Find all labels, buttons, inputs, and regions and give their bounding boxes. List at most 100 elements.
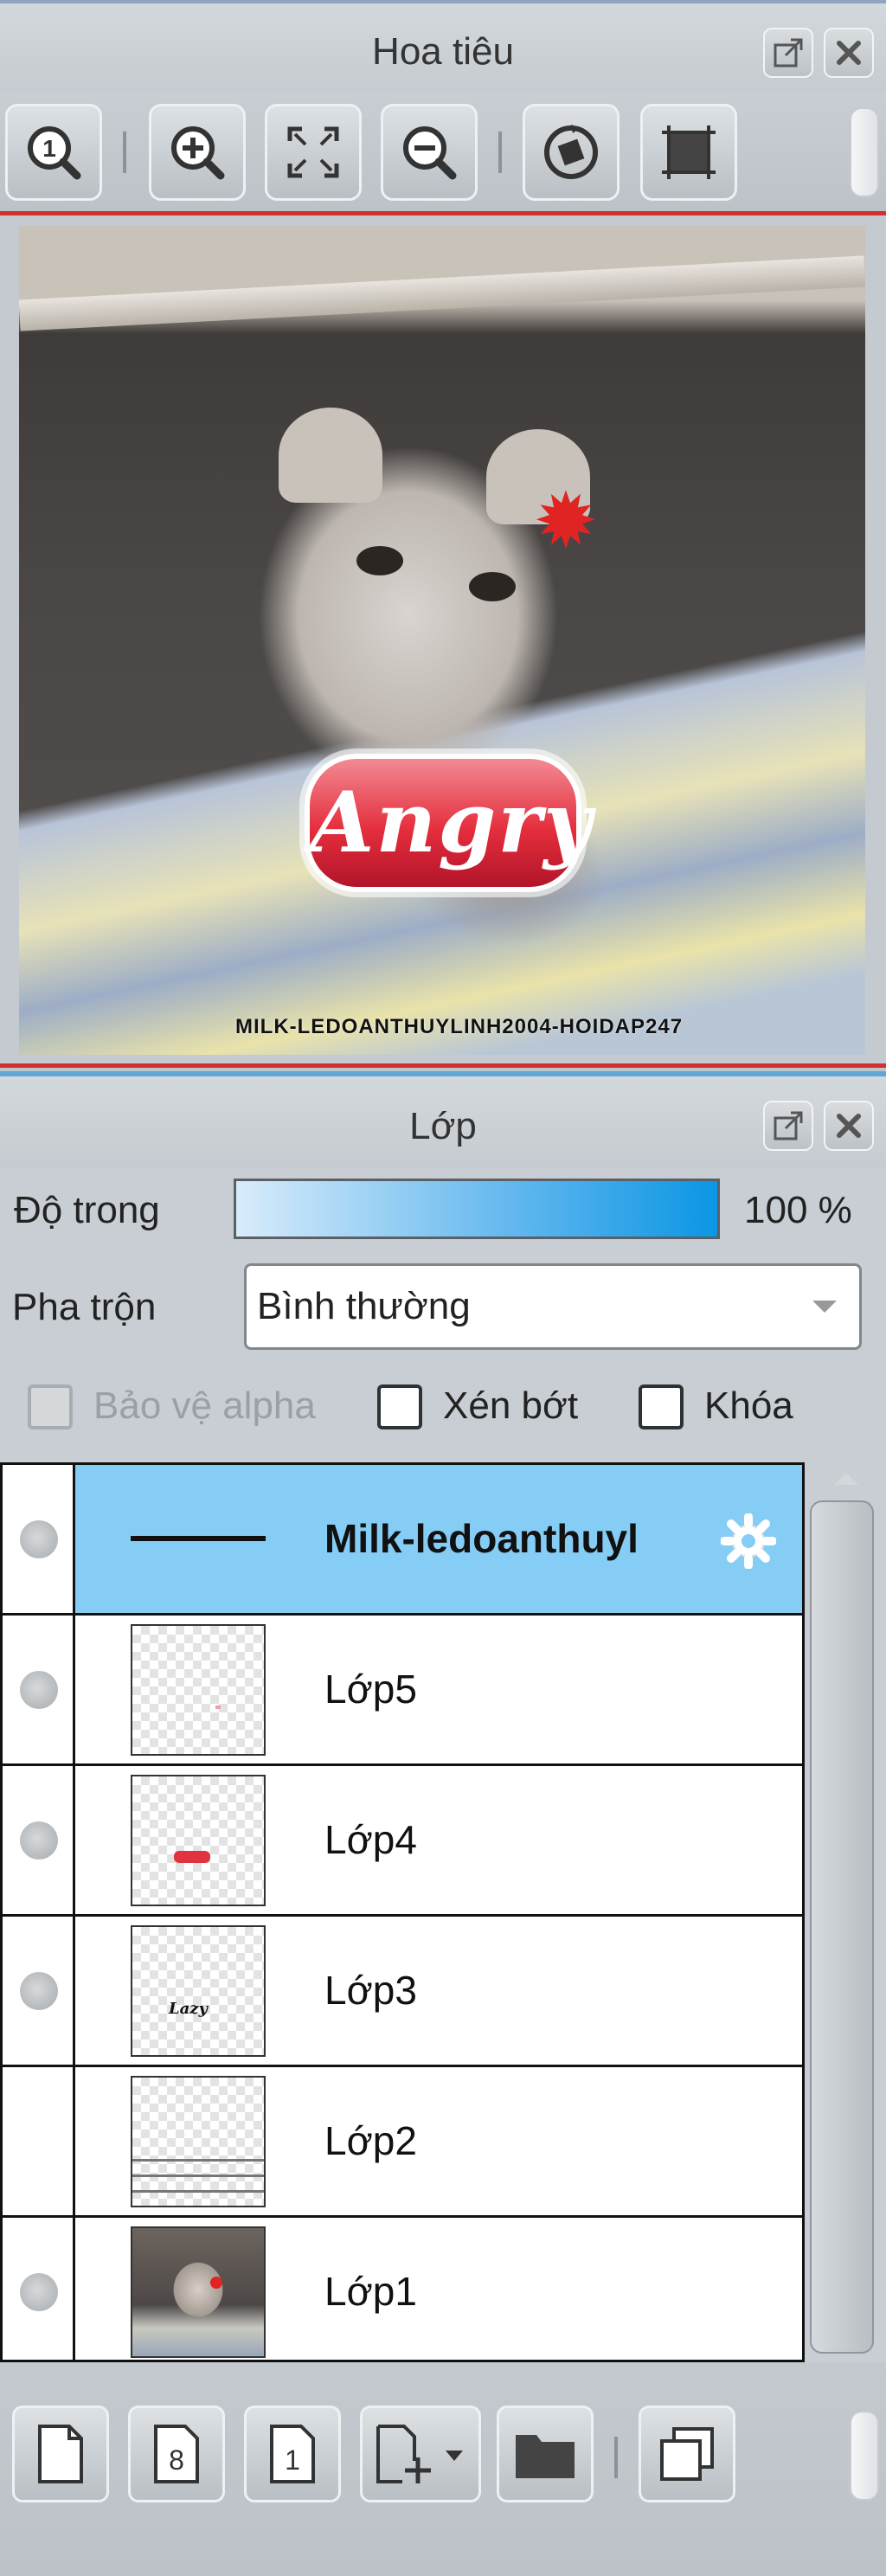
blend-mode-value: Bình thường [257,1285,471,1327]
popout-icon [774,1111,803,1140]
layer-thumbnail [131,1775,266,1906]
add-layer-menu-icon [376,2425,463,2483]
frame-view-icon [662,125,716,179]
thumb-line [132,2159,264,2162]
anger-mark-icon: ✹ [533,479,599,565]
visibility-dot-icon [20,1972,58,2010]
fit-to-window-button[interactable] [265,104,362,201]
layer-row[interactable]: Lazy Lớp3 [3,1917,802,2067]
lock-label: Khóa [704,1384,793,1427]
layer-thumbnail: Lazy [131,1925,266,2057]
clipping-checkbox[interactable] [377,1384,422,1429]
zoom-1to1-icon: 1 [28,126,81,180]
svg-text:8: 8 [169,2444,184,2476]
new-1bit-layer-icon: 1 [270,2425,315,2483]
layer-visibility-toggle[interactable] [3,1616,75,1763]
new-folder-button[interactable] [497,2406,594,2502]
blend-mode-select[interactable]: Bình thường [244,1263,862,1350]
folder-icon [516,2435,575,2478]
navigator-popout-button[interactable] [763,28,813,78]
new-8bit-layer-icon: 8 [154,2425,199,2483]
chevron-down-icon [812,1301,837,1313]
shelf-rail [19,255,865,331]
layer-row[interactable]: Lớp2 [3,2067,802,2218]
layer-list-scrollbar[interactable] [805,1462,886,2362]
navigator-header: Hoa tiêu [0,0,886,100]
layer-name: Milk-ledoanthuyl [324,1516,639,1561]
thumb-line [132,2190,264,2193]
navigator-toolbar: 1 [0,92,886,213]
close-icon [837,1114,861,1138]
cat-eye [469,572,516,601]
blend-mode-label: Pha trộn [12,1286,157,1328]
layer-row[interactable]: Lớp5 [3,1616,802,1766]
toolbar-separator [498,132,502,173]
new-1bit-layer-button[interactable]: 1 [244,2406,341,2502]
navigator-preview-image[interactable]: ✹ Angry MILK-LEDOANTHUYLINH2004-HOIDAP24… [19,226,865,1055]
zoom-in-icon [171,126,225,180]
layer-visibility-toggle[interactable] [3,2067,75,2215]
layer-row[interactable]: Lớp1 [3,2218,802,2360]
new-layer-button[interactable] [12,2406,109,2502]
layer-properties: Độ trong 100 % Pha trộn Bình thường Bảo … [0,1168,886,1462]
svg-text:1: 1 [42,135,56,162]
duplicate-layer-icon [660,2427,714,2481]
toolbar-separator [614,2437,618,2478]
toolbar-scrollbar[interactable] [850,2411,879,2501]
layer-name: Lớp3 [324,1968,417,2013]
layer-thumbnail [131,2226,266,2358]
layer-thumbnail [131,1474,266,1605]
navigator-scrollbar[interactable] [850,107,879,197]
rotate-reset-button[interactable] [523,104,620,201]
layer-thumbnail [131,1624,266,1756]
layer-visibility-toggle[interactable] [3,1917,75,2065]
layer-row[interactable]: Lớp4 [3,1766,802,1917]
new-8bit-layer-button[interactable]: 8 [128,2406,225,2502]
text-line-icon [131,1536,266,1541]
layer-list-scroll-thumb[interactable] [810,1500,874,2354]
opacity-slider[interactable] [234,1179,720,1239]
flip-view-button[interactable] [640,104,737,201]
layer-visibility-toggle[interactable] [3,1766,75,1914]
visibility-dot-icon [20,2273,58,2311]
layers-popout-button[interactable] [763,1101,813,1151]
layers-close-button[interactable] [824,1101,874,1151]
cat-ear [279,408,382,503]
zoom-out-button[interactable] [381,104,478,201]
layer-visibility-toggle[interactable] [3,1465,75,1613]
angry-sticker: Angry [305,754,592,892]
gear-icon[interactable] [721,1513,776,1569]
layer-row[interactable]: Milk-ledoanthuyl [3,1465,802,1616]
lock-checkbox[interactable] [639,1384,684,1429]
layer-thumbnail [131,2076,266,2207]
zoom-in-button[interactable] [149,104,246,201]
add-layer-menu-button[interactable] [360,2406,481,2502]
layers-title: Lớp [409,1105,477,1147]
thumb-mark [215,1706,221,1709]
thumb-mark [174,1851,210,1863]
layer-list: Milk-ledoanthuyl Lớp5 Lớp4 Lazy Lớp3 Lớp… [0,1462,805,2362]
layer-name: Lớp4 [324,1817,417,1862]
svg-text:1: 1 [285,2444,300,2476]
layers-toolbar: 8 1 [0,2362,886,2576]
zoom-out-icon [403,126,457,180]
fit-window-icon [287,126,339,178]
navigator-title: Hoa tiêu [372,30,514,73]
duplicate-layer-button[interactable] [639,2406,735,2502]
layer-visibility-toggle[interactable] [3,2218,75,2360]
visibility-dot-icon [20,1520,58,1558]
layer-name: Lớp5 [324,1667,417,1712]
clipping-label: Xén bớt [443,1384,579,1427]
image-watermark: MILK-LEDOANTHUYLINH2004-HOIDAP247 [235,1015,684,1038]
visibility-dot-icon [20,1821,58,1860]
protect-alpha-label: Bảo vệ alpha [93,1384,316,1427]
new-layer-icon [38,2425,83,2483]
layer-name: Lớp1 [324,2269,417,2314]
thumb-line [132,2175,264,2177]
toolbar-separator [123,132,126,173]
zoom-actual-size-button[interactable]: 1 [5,104,102,201]
navigator-close-button[interactable] [824,28,874,78]
protect-alpha-checkbox[interactable] [28,1384,73,1429]
thumb-text: Lazy [169,2000,208,2018]
scroll-up-icon[interactable] [832,1469,860,1487]
